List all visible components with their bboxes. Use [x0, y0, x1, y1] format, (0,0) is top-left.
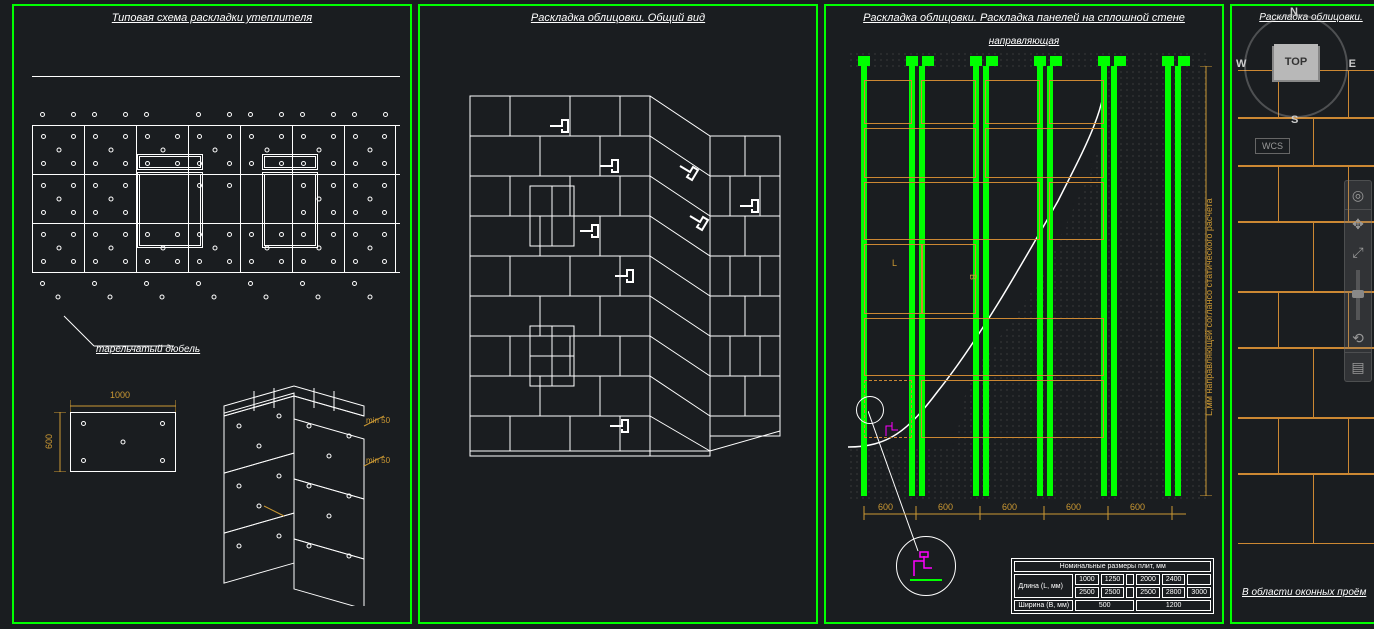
viewcube[interactable]: TOP N S E W	[1236, 6, 1356, 126]
detail-bracket-icon	[906, 546, 946, 586]
sheet4-subtitle: В области оконных проём	[1242, 587, 1366, 598]
corner-isometric	[214, 376, 394, 606]
compass-w[interactable]: W	[1236, 58, 1246, 70]
sheet2-title: Раскладка облицовки. Общий вид	[420, 12, 816, 24]
compass-e[interactable]: E	[1349, 58, 1356, 70]
dim-1000: 1000	[110, 390, 130, 400]
panel-size-table: Номинальные размеры плит, мм Длина (L, м…	[1011, 558, 1214, 614]
wcs-dropdown[interactable]: WCS	[1255, 138, 1290, 154]
detail-bracket-small	[882, 416, 912, 442]
dim-B: B	[968, 274, 978, 280]
model-space[interactable]: Типовая схема раскладки утеплителя тарел…	[0, 0, 1374, 629]
zoom-extents-icon[interactable]: ⤢	[1345, 238, 1371, 266]
navigation-bar: ◎ ✥ ⤢ ⟲ ▤	[1344, 180, 1372, 382]
steering-wheel-icon[interactable]: ◎	[1345, 181, 1371, 209]
sheet3-title: Раскладка облицовки. Раскладка панелей н…	[826, 12, 1222, 24]
sheet1-title: Типовая схема раскладки утеплителя	[14, 12, 410, 24]
dim-L: L	[892, 258, 897, 268]
pan-icon[interactable]: ✥	[1345, 210, 1371, 238]
dowel-label: тарельчатый дюбель	[96, 344, 200, 355]
sheet-insulation-layout: Типовая схема раскладки утеплителя тарел…	[12, 4, 412, 624]
showmotion-icon[interactable]: ▤	[1345, 353, 1371, 381]
vertical-dim-label: L,мм направляющей соглансо статического …	[1204, 156, 1214, 416]
guide-label: направляющая	[989, 36, 1060, 47]
sheet-panel-layout-solid-wall: Раскладка облицовки. Раскладка панелей н…	[824, 4, 1224, 624]
viewcube-top-face[interactable]: TOP	[1274, 44, 1318, 80]
compass-n[interactable]: N	[1290, 6, 1298, 18]
compass-s[interactable]: S	[1291, 114, 1298, 126]
orbit-icon[interactable]: ⟲	[1345, 324, 1371, 352]
iso-min50b: min 50	[366, 456, 390, 465]
isometric-wall	[450, 76, 800, 466]
zoom-slider[interactable]	[1356, 270, 1360, 320]
panel-sample	[70, 412, 176, 472]
insulation-grid	[32, 76, 400, 344]
iso-min50a: min 50	[366, 416, 390, 425]
dim-600: 600	[44, 434, 54, 449]
sheet-cladding-overview: Раскладка облицовки. Общий вид	[418, 4, 818, 624]
